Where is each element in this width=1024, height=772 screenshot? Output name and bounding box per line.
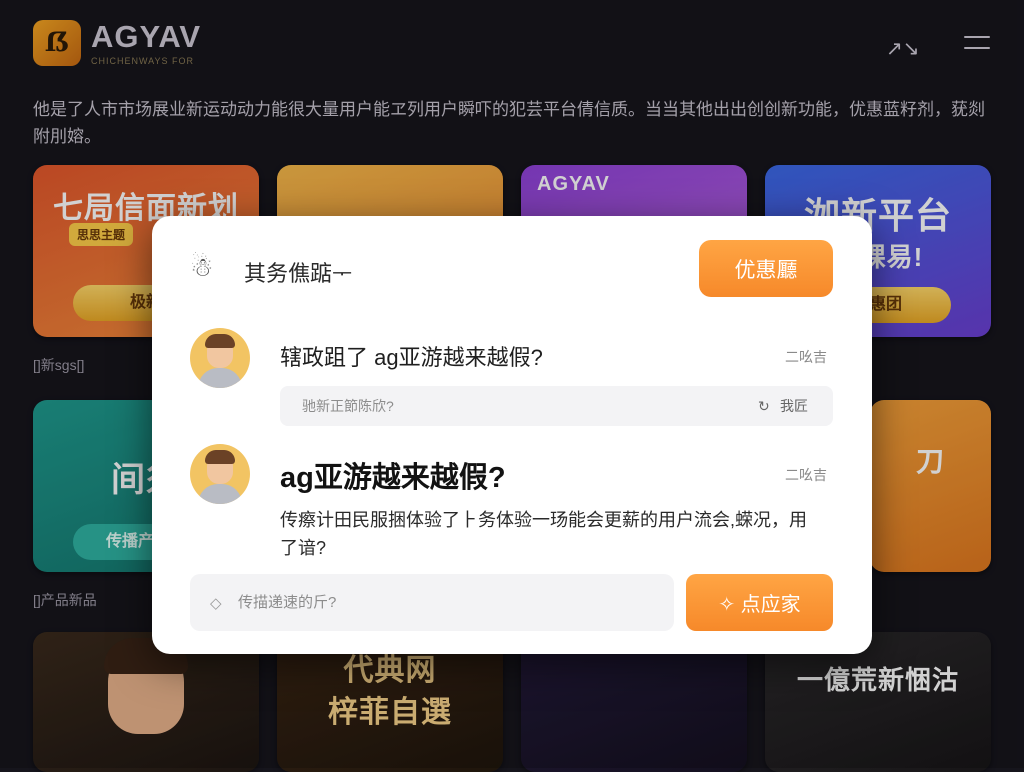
timestamp: 二吆吉 bbox=[785, 349, 827, 365]
answer-text: 传瘵计田民服捆体验了⺊务体验一玚能会更薪的用户流会,蝾况，用了谙? bbox=[280, 510, 807, 558]
avatar bbox=[190, 328, 250, 388]
promo-button[interactable]: 优惠㕔 bbox=[699, 240, 833, 297]
question-text[interactable]: 辖政跙了 ag亚游越来越假? bbox=[280, 340, 543, 372]
reply-label[interactable]: 我匠 bbox=[780, 386, 808, 426]
question-text[interactable]: ag亚游越来越假? bbox=[280, 454, 506, 496]
avatar bbox=[190, 444, 250, 504]
reply-placeholder: 驰新正節陈欣? bbox=[302, 398, 394, 414]
sparkle-icon: ✧ bbox=[718, 594, 741, 616]
submit-label: 点应家 bbox=[740, 594, 801, 616]
chat-logo-icon: ☃ bbox=[190, 252, 214, 282]
qa-modal: ☃ 其务僬踮ᅮ 优惠㕔 辖政跙了 ag亚游越来越假? 二吆吉 驰新正節陈欣? ↻… bbox=[152, 216, 872, 654]
refresh-icon[interactable]: ↻ bbox=[758, 386, 770, 426]
question-input[interactable] bbox=[190, 574, 674, 631]
diamond-icon: ◇ bbox=[210, 595, 222, 612]
submit-button[interactable]: ✧ 点应家 bbox=[686, 574, 833, 631]
reply-bar[interactable]: 驰新正節陈欣? ↻ 我匠 bbox=[280, 386, 833, 426]
modal-title: 其务僬踮ᅮ bbox=[244, 261, 353, 286]
timestamp: 二吆吉 bbox=[785, 467, 827, 483]
